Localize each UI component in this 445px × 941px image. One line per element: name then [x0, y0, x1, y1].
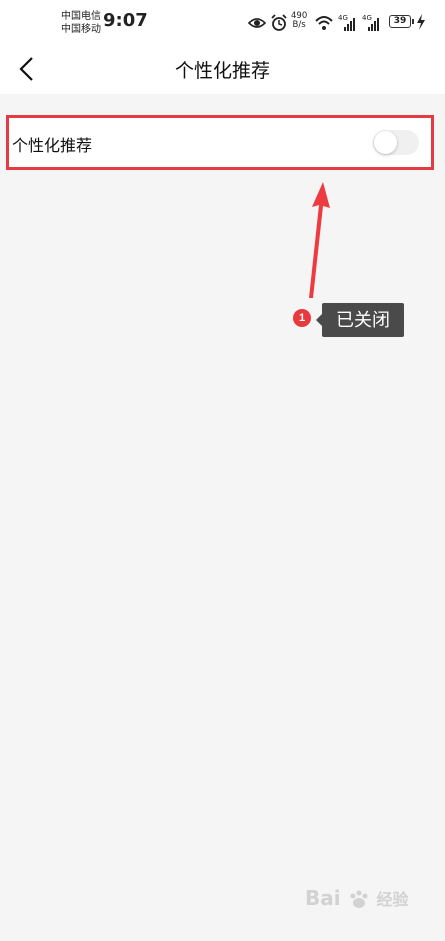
network-speed-unit: B/s	[292, 20, 306, 30]
watermark: Bai 经验	[305, 886, 409, 911]
personalized-recommendation-toggle[interactable]	[373, 130, 419, 155]
network-speed: 490 B/s	[291, 12, 307, 30]
battery-icon: 39	[389, 15, 414, 28]
paw-icon	[350, 890, 368, 908]
personalized-recommendation-row[interactable]: 个性化推荐	[6, 115, 434, 170]
carrier-labels: 中国电信 中国移动	[61, 10, 101, 36]
eye-icon	[248, 18, 266, 28]
watermark-text-2: 经验	[376, 890, 409, 909]
annotation-callout: 已关闭	[316, 303, 404, 337]
alarm-icon	[271, 14, 287, 31]
wifi-icon	[315, 16, 333, 30]
carrier-2: 中国移动	[61, 24, 101, 35]
setting-label: 个性化推荐	[12, 138, 93, 155]
signal-icon: 4G	[362, 14, 379, 31]
signal-2-label: 4G	[362, 14, 372, 22]
watermark-text-1: Bai	[305, 886, 341, 910]
charging-icon	[417, 14, 425, 30]
annotation-arrow-icon	[309, 182, 330, 298]
carrier-1: 中国电信	[61, 11, 101, 22]
toggle-knob	[374, 131, 397, 154]
annotation-badge: 1	[293, 309, 311, 327]
page-title: 个性化推荐	[174, 61, 270, 82]
top-app-bar: 个性化推荐	[0, 44, 445, 94]
status-time: 9:07	[103, 10, 148, 31]
signal-icon: 4G	[338, 14, 355, 31]
signal-1-label: 4G	[338, 14, 348, 22]
status-bar: 中国电信 中国移动 9:07 490 B/s 4G 4G 39	[0, 0, 445, 44]
